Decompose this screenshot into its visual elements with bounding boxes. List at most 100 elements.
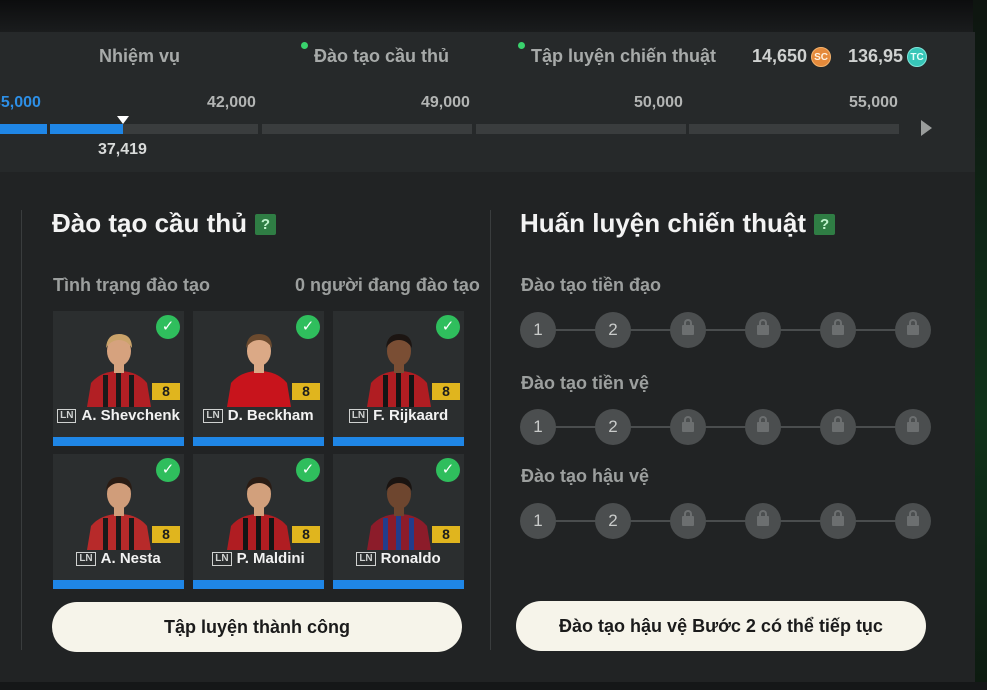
- milestone-label: 35,000: [0, 94, 41, 111]
- check-icon: ✓: [156, 458, 180, 482]
- player-portrait: [367, 334, 431, 407]
- player-training-title-text: Đào tạo cầu thủ: [52, 208, 248, 238]
- lock-icon: [682, 510, 694, 526]
- player-card[interactable]: ✓ 8 LN D. Beckham: [193, 311, 324, 446]
- locked-step: [820, 312, 856, 348]
- locked-step: [895, 409, 931, 445]
- help-icon[interactable]: ?: [255, 214, 277, 235]
- player-portrait: [87, 334, 151, 407]
- tactic-row-label: Đào tạo tiền đạo: [521, 275, 662, 295]
- progress-segment-filled: [0, 124, 47, 134]
- lock-icon: [682, 416, 694, 432]
- locked-step: [745, 409, 781, 445]
- training-progress-bar: [193, 437, 324, 446]
- locked-step: [820, 409, 856, 445]
- tactic-row-label: Đào tạo tiền vệ: [521, 373, 650, 393]
- tab-tactics-training-label: Tập luyện chiến thuật: [531, 46, 717, 66]
- right-backdrop: [973, 0, 987, 690]
- progress-segment: [262, 124, 472, 134]
- lock-icon: [757, 319, 769, 335]
- progress-segment: [476, 124, 686, 134]
- lock-icon: [832, 319, 844, 335]
- check-icon: ✓: [436, 315, 460, 339]
- player-card[interactable]: ✓ 8 LN F. Rijkaard: [333, 311, 464, 446]
- overall-badge: 8: [292, 526, 320, 543]
- header-band: Nhiệm vụ Đào tạo cầu thủ Tập luyện chiến…: [0, 32, 975, 172]
- lock-icon: [757, 416, 769, 432]
- lock-icon: [757, 510, 769, 526]
- check-icon: ✓: [296, 315, 320, 339]
- overall-badge: 8: [152, 383, 180, 400]
- progress-segment: [689, 124, 899, 134]
- lock-icon: [907, 319, 919, 335]
- tab-tactics-training[interactable]: Tập luyện chiến thuật: [518, 42, 717, 67]
- training-progress-bar: [53, 437, 184, 446]
- step-circle[interactable]: 2: [595, 503, 631, 539]
- tab-missions-label: Nhiệm vụ: [99, 46, 181, 66]
- player-name: D. Beckham: [227, 407, 314, 424]
- player-name: F. Rijkaard: [373, 407, 449, 424]
- overall-badge: 8: [432, 383, 460, 400]
- current-progress-value: 37,419: [98, 141, 147, 158]
- player-nameplate: LN A. Nesta: [53, 550, 184, 570]
- lock-icon: [832, 510, 844, 526]
- top-backdrop: [0, 0, 987, 32]
- player-name: Ronaldo: [380, 550, 441, 567]
- tab-missions[interactable]: Nhiệm vụ: [99, 46, 180, 67]
- step-circle[interactable]: 1: [520, 409, 556, 445]
- player-name: A. Nesta: [100, 550, 161, 567]
- position-tag: LN: [76, 552, 96, 566]
- player-nameplate: LN F. Rijkaard: [333, 407, 464, 427]
- locked-step: [895, 312, 931, 348]
- position-tag: LN: [348, 409, 369, 423]
- locked-step: [745, 503, 781, 539]
- locked-step: [820, 503, 856, 539]
- help-icon[interactable]: ?: [814, 214, 836, 235]
- bottom-strip: [0, 682, 987, 690]
- player-card[interactable]: ✓ 8 LN A. Shevchenk: [53, 311, 184, 446]
- player-card[interactable]: ✓ 8 LN A. Nesta: [53, 454, 184, 589]
- step-circle[interactable]: 2: [595, 409, 631, 445]
- lock-icon: [832, 416, 844, 432]
- overall-badge: 8: [292, 383, 320, 400]
- tab-player-training[interactable]: Đào tạo cầu thủ: [301, 42, 449, 67]
- player-portrait: [87, 477, 151, 550]
- player-name: A. Shevchenk: [81, 407, 180, 424]
- check-icon: ✓: [436, 458, 460, 482]
- step-circle[interactable]: 1: [520, 503, 556, 539]
- training-success-button[interactable]: Tập luyện thành công: [52, 602, 462, 652]
- player-portrait: [367, 477, 431, 550]
- training-progress-bar: [53, 580, 184, 589]
- check-icon: ✓: [156, 315, 180, 339]
- position-tag: LN: [356, 552, 376, 566]
- player-nameplate: LN D. Beckham: [193, 407, 324, 427]
- tc-amount: 136,95: [848, 46, 904, 66]
- position-tag: LN: [203, 409, 223, 423]
- next-arrow-icon[interactable]: [921, 120, 932, 136]
- training-status-label: Tình trạng đào tạo: [53, 275, 210, 295]
- center-divider: [490, 210, 491, 650]
- continue-defender-training-button[interactable]: Đào tạo hậu vệ Bước 2 có thể tiếp tục: [516, 601, 926, 651]
- locked-step: [745, 312, 781, 348]
- training-progress-bar: [193, 580, 324, 589]
- tc-balance: 136,95 TC: [848, 46, 928, 67]
- milestone-label: 42,000: [207, 94, 256, 111]
- locked-step: [670, 503, 706, 539]
- training-count-label: 0 người đang đào tạo: [295, 275, 480, 295]
- notification-dot: [301, 42, 308, 49]
- sc-balance: 14,650 SC: [752, 46, 832, 67]
- step-circle[interactable]: 2: [595, 312, 631, 348]
- player-portrait: [227, 334, 291, 407]
- player-training-title: Đào tạo cầu thủ?: [52, 208, 277, 239]
- training-progress-bar: [333, 437, 464, 446]
- player-card[interactable]: ✓ 8 LN Ronaldo: [333, 454, 464, 589]
- training-panel: Nhiệm vụ Đào tạo cầu thủ Tập luyện chiến…: [0, 32, 975, 682]
- tc-coin-icon: TC: [907, 47, 928, 67]
- player-nameplate: LN P. Maldini: [193, 550, 324, 570]
- progress-marker-icon: [117, 116, 129, 124]
- lock-icon: [907, 416, 919, 432]
- position-tag: LN: [212, 552, 232, 566]
- step-circle[interactable]: 1: [520, 312, 556, 348]
- player-portrait: [227, 477, 291, 550]
- player-card[interactable]: ✓ 8 LN P. Maldini: [193, 454, 324, 589]
